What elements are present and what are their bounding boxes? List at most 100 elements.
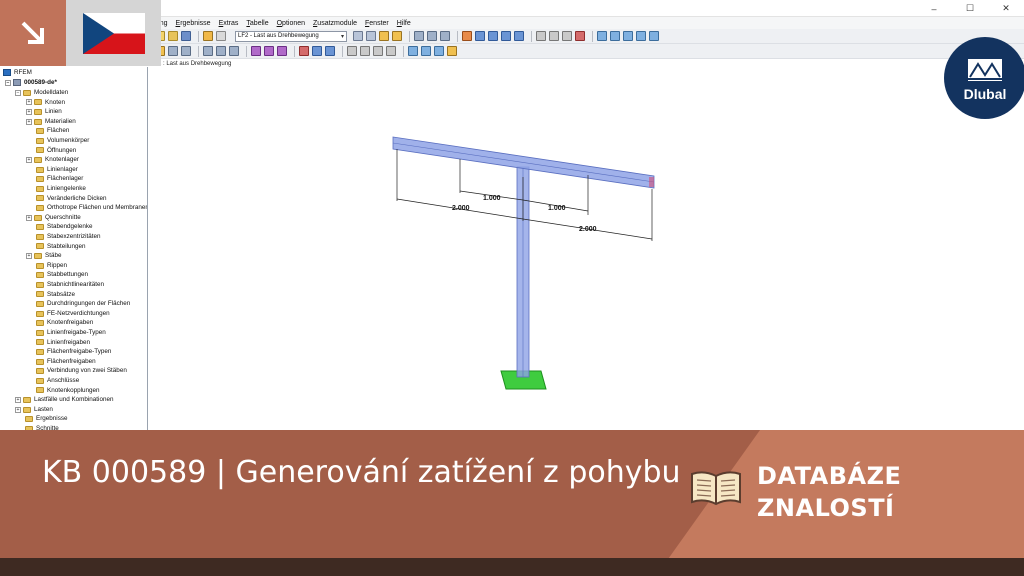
iso-view-icon[interactable] [475,31,485,41]
render-icon[interactable] [462,31,472,41]
expand-icon[interactable]: + [15,406,21,413]
tree-root[interactable]: RFEM [3,68,32,78]
dimension-icon[interactable] [360,46,370,56]
section-icon[interactable] [347,46,357,56]
tree-item[interactable]: FE-Netzverdichtungen [36,309,110,319]
expand-icon[interactable]: + [26,214,32,221]
zoom-icon[interactable] [536,31,546,41]
values-icon[interactable] [392,31,402,41]
member-icon[interactable] [414,31,424,41]
tree-item[interactable]: Linienfreigabe-Typen [36,328,106,338]
settings-icon[interactable] [636,31,646,41]
pan-icon[interactable] [549,31,559,41]
member-load-icon[interactable] [264,46,274,56]
tree-item[interactable]: Linienfreigaben [36,338,90,348]
tree-item[interactable]: + Linien [26,107,62,117]
opening-icon[interactable] [216,46,226,56]
deformation-icon[interactable] [312,46,322,56]
tree-item[interactable]: Flächenlager [36,174,83,184]
maximize-button[interactable]: ☐ [952,0,988,17]
load-case-select[interactable]: LF2 - Last aus Drehbewegung ▾ [235,30,347,42]
menu-item-optionen[interactable]: Optionen [277,20,305,27]
tree-group[interactable]: Ergebnisse [25,414,68,424]
tree-item[interactable]: Volumenkörper [36,136,89,146]
tree-item[interactable]: + Querschnitte [26,213,81,223]
help-icon[interactable] [649,31,659,41]
report-icon[interactable] [623,31,633,41]
y-view-icon[interactable] [501,31,511,41]
surface-icon[interactable] [427,31,437,41]
table-icon[interactable] [597,31,607,41]
model-workspace[interactable]: LF2 : Last aus Drehbewegung 1.000 1.000 … [149,59,1024,430]
surface-tool-icon[interactable] [203,46,213,56]
tree-item[interactable]: Rippen [36,261,67,271]
open-folder-icon[interactable] [168,31,178,41]
close-button[interactable]: ✕ [988,0,1024,17]
expand-icon[interactable]: + [26,156,32,163]
tree-item[interactable]: Stabnichtlinearitäten [36,280,104,290]
expand-icon[interactable]: + [26,99,32,106]
tree-item[interactable]: Liniengelenke [36,184,86,194]
expand-icon[interactable]: + [26,108,32,115]
tree-item[interactable]: Flächen [36,126,69,136]
tree-item[interactable]: Anschlüsse [36,376,79,386]
tree-item[interactable]: Stabsätze [36,290,75,300]
guide-line-icon[interactable] [386,46,396,56]
tree-item[interactable]: + Knoten [26,98,65,108]
x-view-icon[interactable] [488,31,498,41]
snap-icon[interactable] [421,46,431,56]
minimize-button[interactable]: – [916,0,952,17]
tree-model[interactable]: − 000589-de* [5,78,57,88]
view-icon[interactable] [203,31,213,41]
menu-item-tabelle[interactable]: Tabelle [246,20,268,27]
tree-item[interactable]: Öffnungen [36,146,76,156]
tree-item[interactable]: Flächenfreigabe-Typen [36,347,111,357]
chart-icon[interactable] [447,46,457,56]
menu-item-hilfe[interactable]: Hilfe [397,20,411,27]
load-icon[interactable] [251,46,261,56]
previous-icon[interactable] [353,31,363,41]
support-icon[interactable] [229,46,239,56]
solid-icon[interactable] [440,31,450,41]
tree-item[interactable]: Linienlager [36,165,78,175]
tree-item[interactable]: Stabbettungen [36,270,88,280]
menu-item-fenster[interactable]: Fenster [365,20,389,27]
delete-icon[interactable] [575,31,585,41]
tree-item[interactable]: Stabexzentrizitäten [36,232,101,242]
calculate-icon[interactable] [299,46,309,56]
grid-icon[interactable] [408,46,418,56]
print-icon[interactable] [610,31,620,41]
tree-group-modelldaten[interactable]: − Modelldaten [15,88,68,98]
collapse-icon[interactable]: − [15,89,21,96]
tree-item[interactable]: Stabendgelenke [36,222,93,232]
tree-item[interactable]: + Stäbe [26,251,61,261]
page-icon[interactable] [216,31,226,41]
tree-item[interactable]: Flächenfreigaben [36,357,96,367]
arc-icon[interactable] [181,46,191,56]
surface-load-icon[interactable] [277,46,287,56]
expand-icon[interactable]: + [26,252,32,259]
line-icon[interactable] [168,46,178,56]
tree-group[interactable]: + Lastfälle und Kombinationen [15,395,113,405]
collapse-icon[interactable]: − [5,79,11,86]
internal-forces-icon[interactable] [325,46,335,56]
tree-item[interactable]: Knotenkopplungen [36,386,100,396]
tree-group[interactable]: + Lasten [15,405,53,415]
tree-item[interactable]: Stabteilungen [36,242,86,252]
comment-icon[interactable] [373,46,383,56]
tree-item[interactable]: Knotenfreigaben [36,318,93,328]
workplane-icon[interactable] [434,46,444,56]
tree-item[interactable]: + Knotenlager [26,155,79,165]
next-icon[interactable] [366,31,376,41]
expand-icon[interactable]: + [15,396,21,403]
menu-item-ergebnisse[interactable]: Ergebnisse [176,20,211,27]
rotate-icon[interactable] [562,31,572,41]
tree-item[interactable]: Verbindung von zwei Stäben [36,366,127,376]
tree-item[interactable]: Durchdringungen der Flächen [36,299,130,309]
tree-item[interactable]: Veränderliche Dicken [36,194,107,204]
results-icon[interactable] [379,31,389,41]
z-view-icon[interactable] [514,31,524,41]
save-icon[interactable] [181,31,191,41]
menu-item-extras[interactable]: Extras [219,20,239,27]
tree-item[interactable]: Orthotrope Flächen und Membranen [36,203,147,213]
